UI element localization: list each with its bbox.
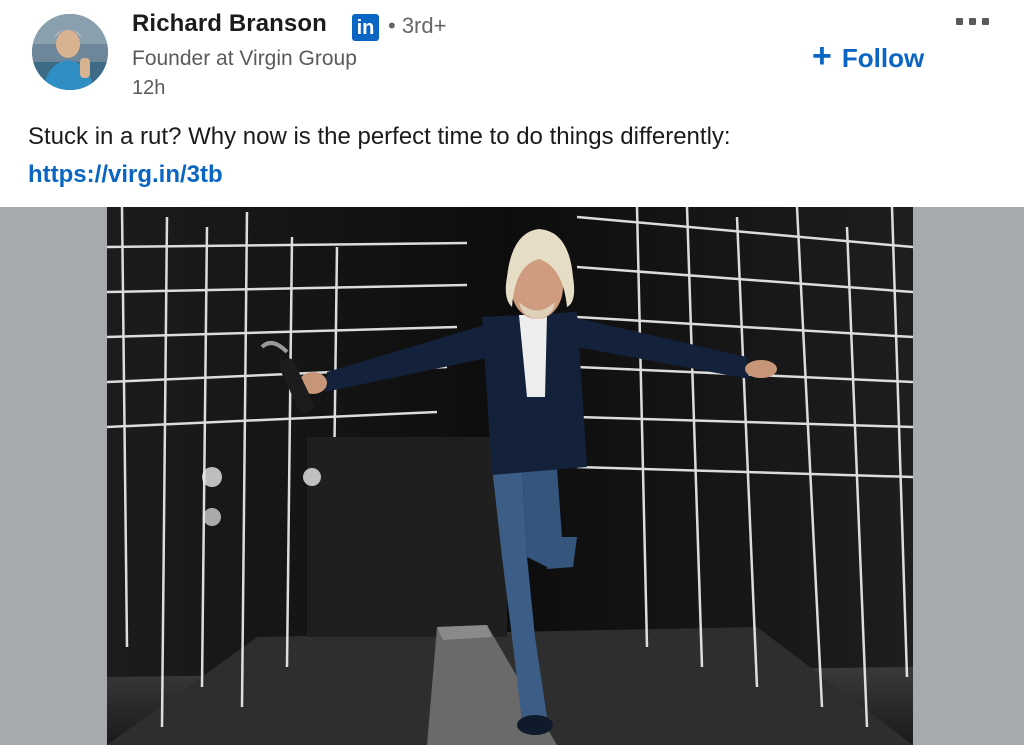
author-headline: Founder at Virgin Group [132, 47, 357, 70]
avatar-photo [32, 14, 108, 90]
post-text: Stuck in a rut? Why now is the perfect t… [28, 123, 731, 150]
post-timestamp: 12h [132, 77, 166, 99]
connection-degree: • 3rd+ [388, 13, 447, 38]
post-image[interactable] [107, 207, 913, 745]
post-media [0, 207, 1024, 745]
post-link[interactable]: https://virg.in/3tb [28, 161, 223, 189]
avatar[interactable] [32, 14, 108, 90]
follow-label: Follow [841, 42, 925, 73]
photo-illustration [107, 207, 913, 745]
post-header: Richard Branson in • 3rd+ Founder at Vir… [0, 0, 1024, 110]
plus-icon: + [812, 37, 832, 75]
more-options-button[interactable] [956, 18, 1000, 32]
author-name[interactable]: Richard Branson [132, 10, 327, 38]
more-horizontal-icon [956, 18, 963, 25]
more-horizontal-icon [969, 18, 976, 25]
more-horizontal-icon [982, 18, 989, 25]
follow-button[interactable]: + Follow [812, 38, 924, 78]
linkedin-icon: in [352, 14, 379, 41]
